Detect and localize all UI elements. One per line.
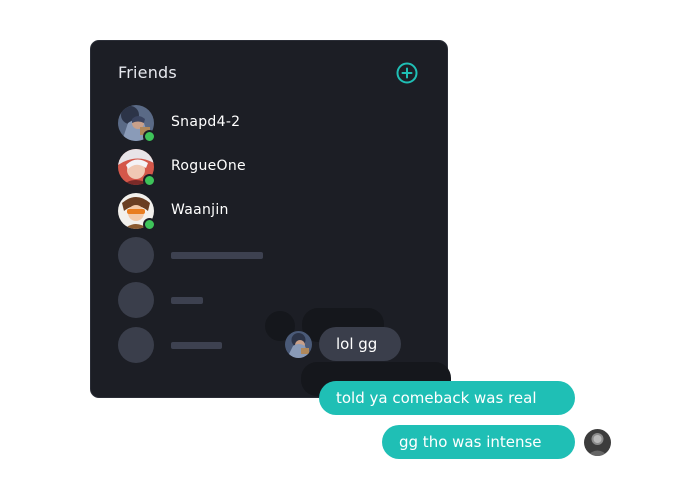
placeholder-name-bar <box>171 297 203 304</box>
user-avatar <box>584 429 611 456</box>
friend-name: Snapd4-2 <box>171 114 241 130</box>
plus-circle-icon <box>396 62 418 84</box>
add-friend-button[interactable] <box>396 62 418 84</box>
placeholder-avatar <box>118 282 154 318</box>
friend-name: RogueOne <box>171 158 246 174</box>
placeholder-avatar <box>118 327 154 363</box>
online-status-dot <box>143 174 156 187</box>
friend-avatar <box>285 331 312 358</box>
friend-item-snapd4-2[interactable]: Snapd4-2 <box>118 105 418 143</box>
friend-item-waanjin[interactable]: Waanjin <box>118 193 418 231</box>
placeholder-name-bar <box>171 342 222 349</box>
online-status-dot <box>143 218 156 231</box>
message-bubble-outgoing: gg tho was intense <box>382 425 575 459</box>
online-status-dot <box>143 130 156 143</box>
friend-placeholder <box>118 237 418 273</box>
friend-name: Waanjin <box>171 202 229 218</box>
friends-chat-scene: Friends Snapd4-2 RogueOne Waanjin lol gg… <box>0 0 700 500</box>
message-bubble-incoming: lol gg <box>319 327 401 361</box>
friend-item-rogueone[interactable]: RogueOne <box>118 149 418 187</box>
placeholder-avatar <box>118 237 154 273</box>
placeholder-name-bar <box>171 252 263 259</box>
message-bubble-outgoing: told ya comeback was real <box>319 381 575 415</box>
panel-title: Friends <box>118 63 177 82</box>
